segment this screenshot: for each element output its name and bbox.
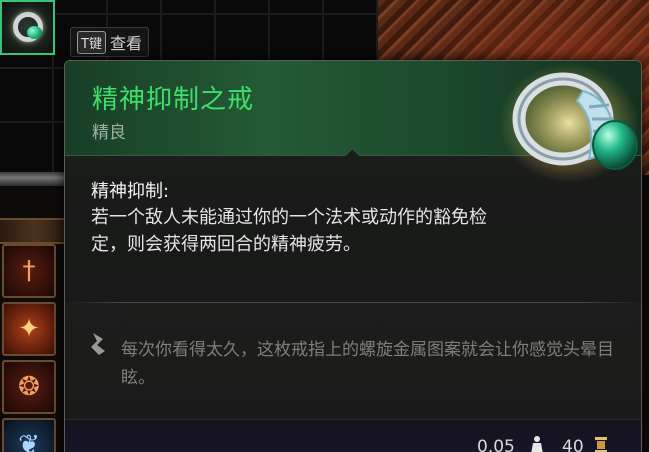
hotbar-slot-feather[interactable]: ❦ [2, 418, 56, 452]
sword-icon: † [22, 256, 36, 286]
item-rarity: 精良 [92, 123, 126, 143]
fire-strike-icon: ✦ [18, 314, 40, 344]
hotbar-ornament [0, 218, 68, 244]
ability-title: 精神抑制: [91, 181, 170, 202]
item-name: 精神抑制之戒 [92, 85, 255, 115]
ring-illustration-icon [499, 63, 639, 183]
hotbar-slot-horn[interactable]: ❂ [2, 360, 56, 414]
inspect-hotkey-hint[interactable]: T键 查看 [70, 27, 149, 57]
tooltip-footer [65, 419, 641, 452]
price-value: 40 [562, 437, 584, 452]
selected-inventory-slot[interactable] [0, 0, 55, 55]
weight-icon [531, 436, 543, 452]
hotkey-action-label: 查看 [109, 34, 142, 53]
hotbar-slot-fire[interactable]: ✦ [2, 302, 56, 356]
panel-divider [0, 172, 70, 186]
gem-icon [27, 26, 42, 39]
ability-description: 若一个敌人未能通过你的一个法术或动作的豁免检定，则会获得两回合的精神疲劳。 [91, 207, 487, 255]
hotkey-badge: T键 [77, 30, 106, 54]
lore-text: 每次你看得太久，这枚戒指上的螺旋金属图案就会让你感觉头晕目眩。 [121, 340, 614, 388]
gold-coin-icon [595, 437, 607, 452]
hotbar-slot-sword[interactable]: † [2, 244, 56, 298]
feather-icon: ❦ [18, 430, 40, 452]
weight-value: 0.05 [477, 437, 515, 452]
quote-icon [91, 333, 105, 355]
item-tooltip: 精神抑制之戒 精良 精神抑制: 若一个敌人未能通过你的一个法术或动作的豁免检定，… [64, 60, 642, 452]
horn-icon: ❂ [18, 372, 40, 402]
